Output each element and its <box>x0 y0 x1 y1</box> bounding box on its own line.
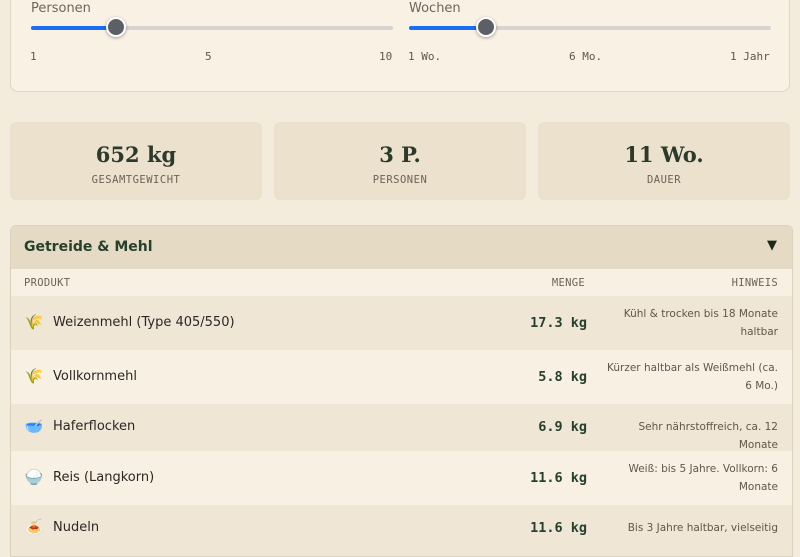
stat-total-weight-value: 652 kg <box>95 142 177 167</box>
stat-persons: 3 P. PERSONEN <box>274 122 526 200</box>
product-quantity: 17.3 kg <box>530 315 587 331</box>
stat-duration-value: 11 Wo. <box>624 142 704 167</box>
table-row: 🍚 Reis (Langkorn) 11.6 kg Weiß: bis 5 Ja… <box>11 451 792 506</box>
stat-total-weight-label: GESAMTGEWICHT <box>91 174 181 186</box>
persons-tick-max: 10 <box>379 50 393 63</box>
persons-slider-track[interactable] <box>31 26 393 30</box>
weeks-slider-thumb[interactable] <box>476 17 496 37</box>
product-name: Reis (Langkorn) <box>53 470 155 485</box>
weeks-tick-min: 1 Wo. <box>408 50 442 63</box>
persons-slider-thumb[interactable] <box>106 17 126 37</box>
product-name: Nudeln <box>53 520 100 535</box>
persons-slider-fill <box>31 26 116 30</box>
weeks-slider-fill <box>409 26 486 30</box>
rice-icon: 🍚 <box>24 468 44 486</box>
weeks-slider-track[interactable] <box>409 26 771 30</box>
weeks-slider-block: Wochen 1 Wo. 6 Mo. 1 Jahr <box>401 0 791 91</box>
table-row: 🌾 Vollkornmehl 5.8 kg Kürzer haltbar als… <box>11 350 792 405</box>
category-title: Getreide & Mehl <box>24 239 153 255</box>
table-row: 🌾 Weizenmehl (Type 405/550) 17.3 kg Kühl… <box>11 296 792 351</box>
bowl-icon: 🥣 <box>24 417 44 435</box>
product-name: Weizenmehl (Type 405/550) <box>53 315 235 330</box>
noodles-icon: 🍝 <box>24 518 44 536</box>
stat-total-weight: 652 kg GESAMTGEWICHT <box>10 122 262 200</box>
product-note: Kühl & trocken bis 18 Monate haltbar <box>623 308 778 338</box>
product-note: Weiß: bis 5 Jahre. Vollkorn: 6 Monate <box>628 463 778 493</box>
table-row: 🍝 Nudeln 11.6 kg Bis 3 Jahre haltbar, vi… <box>11 505 792 556</box>
persons-tick-mid: 5 <box>205 50 212 63</box>
persons-slider-block: Personen 1 5 10 <box>11 0 401 91</box>
product-name: Vollkornmehl <box>53 369 137 384</box>
category-panel: Getreide & Mehl ▼ PRODUKT MENGE HINWEIS … <box>10 225 793 557</box>
product-quantity: 11.6 kg <box>530 470 587 486</box>
stat-duration-label: DAUER <box>646 174 682 186</box>
product-quantity: 6.9 kg <box>538 419 587 435</box>
stat-persons-label: PERSONEN <box>372 174 428 186</box>
weeks-slider-label: Wochen <box>409 1 461 16</box>
product-note: Bis 3 Jahre haltbar, vielseitig <box>627 522 778 534</box>
product-note: Sehr nährstoffreich, ca. 12 Monate <box>638 421 778 451</box>
wheat-icon: 🌾 <box>24 313 44 331</box>
table-row: 🥣 Haferflocken 6.9 kg Sehr nährstoffreic… <box>11 404 792 452</box>
settings-card: Personen 1 5 10 Wochen 1 Wo. 6 Mo. 1 Jah… <box>10 0 790 92</box>
wheat-icon: 🌾 <box>24 367 44 385</box>
product-quantity: 11.6 kg <box>530 520 587 536</box>
column-quantity: MENGE <box>551 277 585 289</box>
table-column-header: PRODUKT MENGE HINWEIS <box>11 269 792 297</box>
weeks-tick-max: 1 Jahr <box>730 50 770 63</box>
persons-tick-min: 1 <box>30 50 37 63</box>
stat-persons-value: 3 P. <box>379 142 421 167</box>
product-name: Haferflocken <box>53 419 136 434</box>
collapse-toggle-icon[interactable]: ▼ <box>767 238 777 253</box>
category-header[interactable]: Getreide & Mehl ▼ <box>11 226 792 270</box>
column-note: HINWEIS <box>731 277 778 289</box>
product-quantity: 5.8 kg <box>538 369 587 385</box>
column-product: PRODUKT <box>24 277 71 289</box>
product-note: Kürzer haltbar als Weißmehl (ca. 6 Mo.) <box>607 362 778 392</box>
weeks-tick-mid: 6 Mo. <box>569 50 603 63</box>
persons-slider-label: Personen <box>31 1 91 16</box>
stat-duration: 11 Wo. DAUER <box>538 122 790 200</box>
